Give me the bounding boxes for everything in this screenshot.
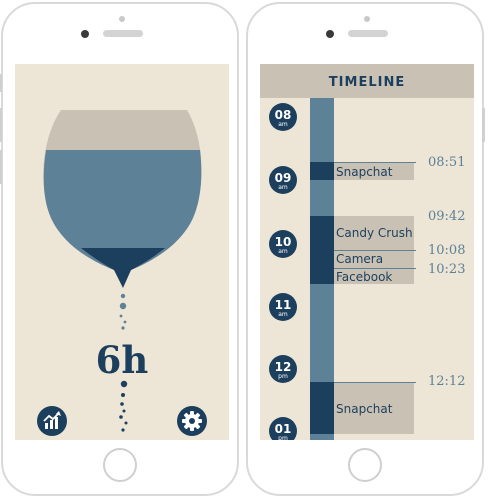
- home-button[interactable]: [348, 448, 382, 482]
- hour-marker-12pm: 12 pm: [269, 355, 297, 383]
- usage-segment: [310, 216, 334, 284]
- entry-time: 12:12: [428, 374, 466, 389]
- entry-app-name: Facebook: [336, 270, 393, 284]
- entry-app-name: Candy Crush: [336, 226, 413, 240]
- entry-app-name: Camera: [336, 252, 384, 266]
- phone-frame-left: 6h: [0, 2, 239, 496]
- stats-button[interactable]: [37, 406, 67, 436]
- usage-segment: [310, 382, 334, 434]
- hour-marker-09am: 09 am: [269, 166, 297, 194]
- settings-button[interactable]: [177, 406, 207, 436]
- entry-app-name: Snapchat: [336, 165, 393, 179]
- earpiece-speaker: [103, 30, 143, 37]
- gear-icon: [182, 411, 202, 431]
- top-sensor: [364, 16, 370, 22]
- hour-marker-10am: 10 am: [269, 230, 297, 258]
- entry-time: 10:08: [428, 243, 466, 258]
- hour-marker-01pm: 01 pm: [269, 417, 297, 440]
- time-connector: [334, 162, 416, 163]
- hourglass-glass: [43, 110, 202, 432]
- entry-time: 08:51: [428, 155, 466, 170]
- volume-up-button: [0, 108, 2, 142]
- hour-marker-08am: 08 am: [269, 103, 297, 131]
- time-connector: [334, 382, 416, 383]
- home-button[interactable]: [103, 448, 137, 482]
- remaining-time: 6h: [95, 338, 149, 382]
- hourglass-screen: 6h: [15, 64, 229, 440]
- time-connector: [334, 250, 416, 251]
- earpiece-speaker: [348, 30, 388, 37]
- timeline-header: TIMELINE: [260, 64, 474, 98]
- usage-segment: [310, 162, 334, 180]
- entry-app-name: Snapchat: [336, 402, 393, 416]
- entry-time: 09:42: [428, 209, 466, 224]
- mute-switch: [0, 74, 2, 92]
- timeline-screen: TIMELINE 08 am 09 am 10 am 11 am 12 pm 01 pm S…: [260, 64, 474, 440]
- page-title: TIMELINE: [328, 75, 406, 90]
- front-camera: [326, 30, 334, 38]
- chart-trend-icon: [43, 411, 61, 429]
- time-connector: [334, 268, 416, 269]
- phone-frame-right: TIMELINE 08 am 09 am 10 am 11 am 12 pm 01 pm S…: [246, 2, 485, 496]
- hour-marker-11am: 11 am: [269, 293, 297, 321]
- entry-time: 10:23: [428, 262, 466, 277]
- volume-down-button: [0, 150, 2, 184]
- power-button: [482, 108, 485, 142]
- top-sensor: [119, 16, 125, 22]
- front-camera: [81, 30, 89, 38]
